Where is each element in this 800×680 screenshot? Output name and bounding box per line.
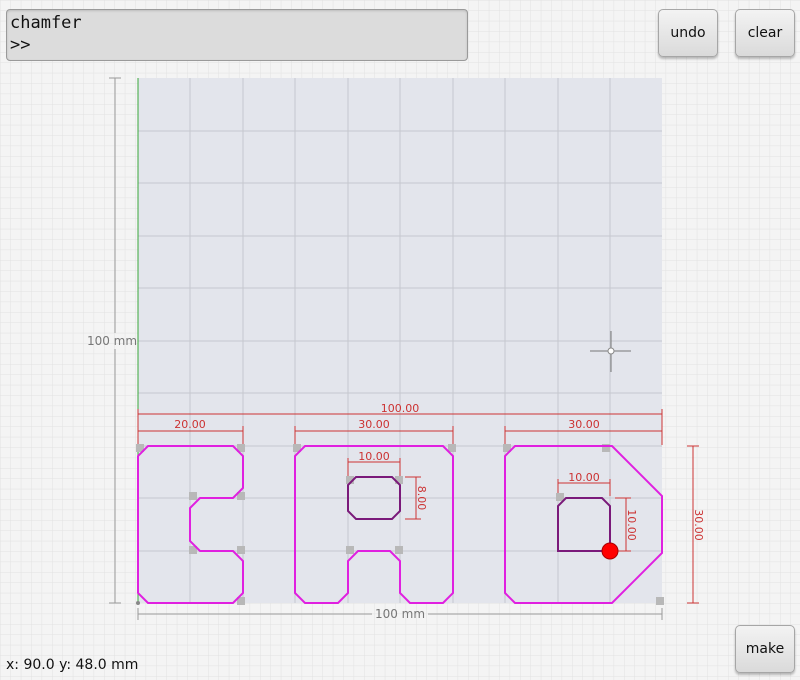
selected-vertex-point[interactable]	[601, 542, 619, 560]
height-label: 30.00	[692, 509, 705, 541]
d-width-label: 30.00	[568, 418, 600, 431]
cursor-coordinates-status: x: 90.0 y: 48.0 mm	[6, 657, 139, 673]
c-width-label: 20.00	[174, 418, 206, 431]
command-prompt[interactable]: >>	[10, 35, 30, 55]
drawing-canvas[interactable]: 100 mm 100 mm 100.00 20.00 30.00 30.00 1…	[0, 0, 800, 680]
undo-button[interactable]: undo	[658, 9, 718, 57]
command-text: chamfer	[10, 13, 82, 33]
y-extent-label: 100 mm	[87, 334, 137, 348]
a-hole-width-label: 10.00	[358, 450, 390, 463]
clear-button[interactable]: clear	[735, 9, 795, 57]
x-extent-label: 100 mm	[375, 607, 425, 621]
make-button[interactable]: make	[735, 625, 795, 673]
d-hole-width-label: 10.00	[568, 471, 600, 484]
a-hole-height-label: 8.00	[415, 486, 428, 511]
command-console[interactable]: chamfer >>	[6, 9, 468, 61]
total-width-label: 100.00	[381, 402, 420, 415]
d-hole-height-label: 10.00	[625, 509, 638, 541]
origin-marker	[136, 601, 140, 605]
a-width-label: 30.00	[358, 418, 390, 431]
